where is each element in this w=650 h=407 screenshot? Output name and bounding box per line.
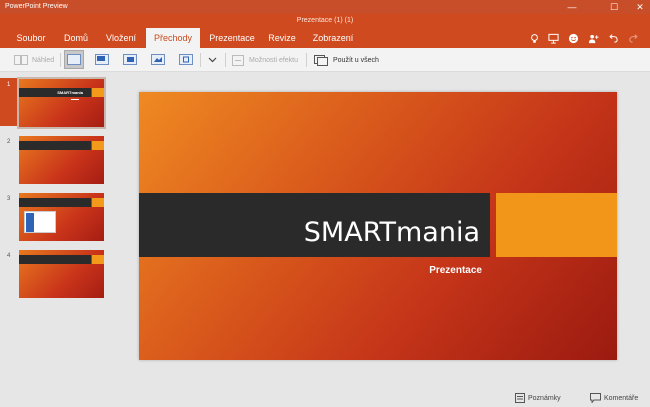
status-bar: Poznámky Komentáře	[0, 390, 650, 407]
slide-thumbnail-1[interactable]: 1 SMARTmania	[0, 73, 112, 129]
smiley-feedback-icon[interactable]	[567, 32, 579, 44]
app-name: PowerPoint Preview	[5, 3, 68, 10]
transition-push-button[interactable]	[120, 50, 140, 69]
document-title: Prezentace (1) (1)	[296, 17, 354, 24]
redo-icon[interactable]	[627, 32, 639, 44]
more-transitions-button[interactable]	[202, 50, 222, 69]
slide-number: 1	[7, 82, 11, 88]
slide-preview	[19, 250, 104, 298]
slide-transition-icon	[67, 54, 81, 65]
comments-button[interactable]: Komentáře	[590, 393, 638, 403]
preview-label: Náhled	[32, 56, 55, 64]
undo-icon[interactable]	[607, 32, 619, 44]
close-button[interactable]: ✕	[625, 0, 650, 14]
tab-prezentace[interactable]: Prezentace	[204, 28, 260, 48]
tab-zobrazeni[interactable]: Zobrazení	[306, 28, 360, 48]
slide-preview	[19, 136, 104, 184]
slide-preview	[19, 193, 104, 241]
tab-domu[interactable]: Domů	[56, 28, 96, 48]
toolbar-separator	[200, 53, 201, 67]
presenter-icon[interactable]	[547, 32, 559, 44]
toolbar-separator	[225, 53, 226, 67]
tab-vlozeni[interactable]: Vložení	[98, 28, 144, 48]
slide-number: 3	[7, 196, 11, 202]
slide-preview-title: SMARTmania	[57, 90, 83, 95]
notes-icon	[515, 393, 525, 403]
slide-subtitle[interactable]: Prezentace	[429, 265, 482, 276]
shape-transition-icon	[179, 54, 193, 65]
comments-label: Komentáře	[604, 394, 639, 402]
transition-cover-button[interactable]	[92, 50, 112, 69]
apply-to-all-button[interactable]: Použít u všech	[314, 51, 379, 69]
lightbulb-icon[interactable]	[528, 32, 540, 44]
notes-label: Poznámky	[528, 394, 561, 402]
tab-revize[interactable]: Revize	[262, 28, 302, 48]
slide-number: 2	[7, 139, 11, 145]
ribbon-tab-bar: Prezentace (1) (1) Soubor Domů Vložení P…	[0, 14, 650, 48]
tab-prechody[interactable]: Přechody	[146, 28, 200, 48]
window-title-bar: PowerPoint Preview — ☐ ✕	[0, 0, 650, 14]
slide-number: 4	[7, 253, 11, 259]
accent-block	[496, 193, 617, 257]
chevron-down-icon	[208, 57, 216, 62]
slide-thumbnails-panel: 1 SMARTmania 2 3 4	[0, 73, 112, 383]
slide-thumbnail-2[interactable]: 2	[0, 130, 112, 186]
share-people-icon[interactable]	[587, 32, 599, 44]
screenshot-image	[24, 211, 56, 233]
transition-shape-button[interactable]	[176, 50, 196, 69]
slide-canvas[interactable]: SMARTmania Prezentace	[139, 92, 617, 360]
transitions-toolbar: Náhled Možnosti efektu Použít u všech	[0, 48, 650, 72]
slide-title[interactable]: SMARTmania	[304, 217, 480, 248]
transition-reveal-button[interactable]	[148, 50, 168, 69]
apply-all-icon	[314, 54, 328, 66]
notes-button[interactable]: Poznámky	[515, 393, 561, 403]
transition-none-button[interactable]	[64, 50, 84, 69]
comment-icon	[590, 393, 601, 403]
preview-button[interactable]: Náhled	[14, 51, 54, 69]
reveal-transition-icon	[151, 54, 165, 65]
effect-options-icon	[232, 54, 244, 66]
minimize-button[interactable]: —	[557, 0, 587, 14]
effect-options-button[interactable]: Možnosti efektu	[232, 51, 298, 69]
cover-transition-icon	[95, 54, 109, 65]
slide-preview: SMARTmania	[17, 77, 106, 129]
slide-thumbnail-3[interactable]: 3	[0, 187, 112, 243]
toolbar-separator	[60, 53, 61, 67]
preview-icon	[14, 55, 28, 65]
apply-to-all-label: Použít u všech	[333, 56, 379, 64]
slide-thumbnail-4[interactable]: 4	[0, 244, 112, 300]
toolbar-separator	[306, 53, 307, 67]
effect-options-label: Možnosti efektu	[249, 56, 299, 64]
tab-soubor[interactable]: Soubor	[8, 28, 54, 48]
push-transition-icon	[123, 54, 137, 65]
